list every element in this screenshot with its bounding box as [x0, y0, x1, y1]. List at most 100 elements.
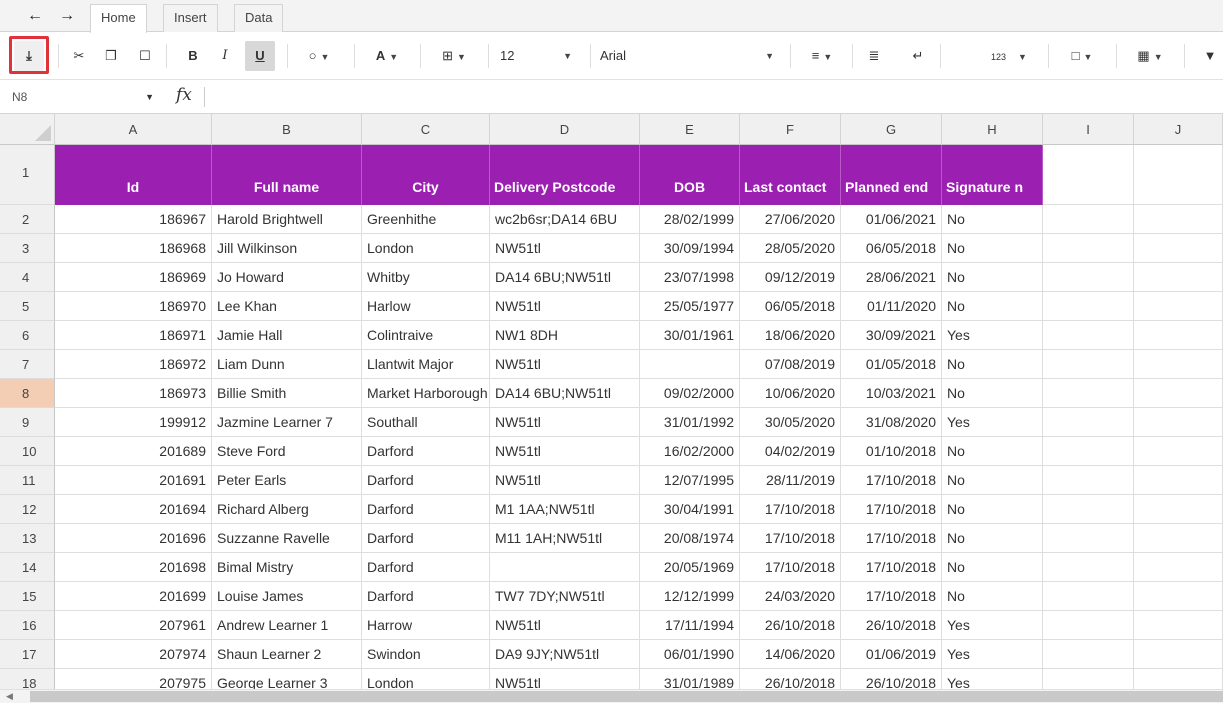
row-header[interactable]: 12 — [0, 495, 55, 524]
table-cell[interactable]: 17/10/2018 — [740, 524, 841, 553]
table-cell[interactable]: No — [942, 524, 1043, 553]
column-header-a[interactable]: A — [55, 114, 212, 145]
empty-cell[interactable] — [1043, 205, 1134, 234]
table-cell[interactable]: M1 1AA;NW51tl — [490, 495, 640, 524]
table-cell[interactable]: Jamie Hall — [212, 321, 362, 350]
empty-cell[interactable] — [1134, 292, 1223, 321]
wrap-text-icon[interactable]: ↵ — [906, 41, 930, 71]
empty-cell[interactable] — [1134, 263, 1223, 292]
table-cell[interactable]: Darford — [362, 553, 490, 582]
table-cell[interactable]: Yes — [942, 321, 1043, 350]
table-cell[interactable]: 201694 — [55, 495, 212, 524]
row-header[interactable]: 3 — [0, 234, 55, 263]
empty-cell[interactable] — [1134, 350, 1223, 379]
empty-cell[interactable] — [1134, 553, 1223, 582]
table-cell[interactable]: Darford — [362, 495, 490, 524]
table-cell[interactable]: No — [942, 466, 1043, 495]
empty-cell[interactable] — [1043, 321, 1134, 350]
table-cell[interactable]: TW7 7DY;NW51tl — [490, 582, 640, 611]
table-cell[interactable]: 201698 — [55, 553, 212, 582]
table-cell[interactable]: 18/06/2020 — [740, 321, 841, 350]
redo-icon[interactable]: → — [56, 6, 78, 26]
empty-cell[interactable] — [1134, 145, 1223, 205]
table-cell[interactable]: 10/03/2021 — [841, 379, 942, 408]
column-header-j[interactable]: J — [1134, 114, 1223, 145]
table-cell[interactable]: 09/12/2019 — [740, 263, 841, 292]
horizontal-scrollbar[interactable]: ◀ — [0, 689, 1223, 703]
font-family-select[interactable]: Arial ▼ — [600, 41, 780, 71]
table-cell[interactable]: 201691 — [55, 466, 212, 495]
row-header[interactable]: 18 — [0, 669, 55, 689]
table-cell[interactable]: 28/05/2020 — [740, 234, 841, 263]
table-cell[interactable]: 20/05/1969 — [640, 553, 740, 582]
table-cell[interactable]: No — [942, 292, 1043, 321]
table-cell[interactable]: Richard Alberg — [212, 495, 362, 524]
table-cell[interactable]: 14/06/2020 — [740, 640, 841, 669]
row-header[interactable]: 13 — [0, 524, 55, 553]
row-header[interactable]: 1 — [0, 145, 55, 205]
table-cell[interactable]: No — [942, 553, 1043, 582]
table-cell[interactable]: 207975 — [55, 669, 212, 689]
table-cell[interactable]: Darford — [362, 466, 490, 495]
column-header-c[interactable]: C — [362, 114, 490, 145]
table-cell[interactable]: 30/05/2020 — [740, 408, 841, 437]
column-header-g[interactable]: G — [841, 114, 942, 145]
empty-cell[interactable] — [1134, 234, 1223, 263]
table-cell[interactable]: 17/10/2018 — [740, 495, 841, 524]
table-cell[interactable]: No — [942, 495, 1043, 524]
table-cell[interactable]: Andrew Learner 1 — [212, 611, 362, 640]
table-header-cell[interactable]: Delivery Postcode — [490, 145, 640, 205]
table-cell[interactable]: 26/10/2018 — [740, 669, 841, 689]
table-cell[interactable]: 01/11/2020 — [841, 292, 942, 321]
table-cell[interactable]: George Learner 3 — [212, 669, 362, 689]
borders-dropdown[interactable]: ⊞ ▼ — [432, 41, 476, 71]
font-color-dropdown[interactable]: A ▼ — [366, 41, 408, 71]
column-header-b[interactable]: B — [212, 114, 362, 145]
empty-cell[interactable] — [1134, 611, 1223, 640]
table-cell[interactable]: 06/05/2018 — [841, 234, 942, 263]
empty-cell[interactable] — [1134, 495, 1223, 524]
table-cell[interactable]: Jo Howard — [212, 263, 362, 292]
row-header[interactable]: 4 — [0, 263, 55, 292]
table-header-cell[interactable]: Last contact — [740, 145, 841, 205]
table-cell[interactable]: London — [362, 234, 490, 263]
table-cell[interactable]: 186971 — [55, 321, 212, 350]
empty-cell[interactable] — [1134, 379, 1223, 408]
table-cell[interactable]: 27/06/2020 — [740, 205, 841, 234]
row-header[interactable]: 7 — [0, 350, 55, 379]
table-cell[interactable]: Jazmine Learner 7 — [212, 408, 362, 437]
table-cell[interactable]: Darford — [362, 437, 490, 466]
empty-cell[interactable] — [1043, 145, 1134, 205]
bold-button[interactable]: B — [182, 41, 204, 71]
table-cell[interactable]: Lee Khan — [212, 292, 362, 321]
table-cell[interactable]: No — [942, 437, 1043, 466]
table-cell[interactable]: wc2b6sr;DA14 6BU — [490, 205, 640, 234]
table-cell[interactable]: Louise James — [212, 582, 362, 611]
empty-cell[interactable] — [1043, 292, 1134, 321]
row-header[interactable]: 10 — [0, 437, 55, 466]
copy-icon[interactable]: ❐ — [100, 41, 122, 71]
table-cell[interactable]: 12/12/1999 — [640, 582, 740, 611]
empty-cell[interactable] — [1134, 437, 1223, 466]
empty-cell[interactable] — [1134, 669, 1223, 689]
row-header[interactable]: 6 — [0, 321, 55, 350]
table-cell[interactable]: Peter Earls — [212, 466, 362, 495]
scrollbar-thumb[interactable] — [30, 691, 1223, 702]
fill-color-dropdown[interactable]: ○ ▼ — [298, 41, 340, 71]
table-cell[interactable]: DA14 6BU;NW51tl — [490, 379, 640, 408]
table-cell[interactable]: 25/05/1977 — [640, 292, 740, 321]
table-cell[interactable]: Market Harborough — [362, 379, 490, 408]
empty-cell[interactable] — [1043, 466, 1134, 495]
vertical-align-icon[interactable]: ≣ — [862, 41, 886, 71]
table-cell[interactable]: 28/06/2021 — [841, 263, 942, 292]
empty-cell[interactable] — [1043, 350, 1134, 379]
table-cell[interactable]: Whitby — [362, 263, 490, 292]
conditional-format-dropdown[interactable]: ▦ ▼ — [1128, 41, 1172, 71]
column-header-d[interactable]: D — [490, 114, 640, 145]
table-cell[interactable]: Llantwit Major — [362, 350, 490, 379]
table-cell[interactable]: Suzzanne Ravelle — [212, 524, 362, 553]
table-cell[interactable]: Southall — [362, 408, 490, 437]
horizontal-align-dropdown[interactable]: ≡ ▼ — [802, 41, 842, 71]
row-header[interactable]: 17 — [0, 640, 55, 669]
spreadsheet-grid[interactable]: A B C D E F G H I J 1 Id Full name City Delivery Postc… — [0, 114, 1223, 689]
